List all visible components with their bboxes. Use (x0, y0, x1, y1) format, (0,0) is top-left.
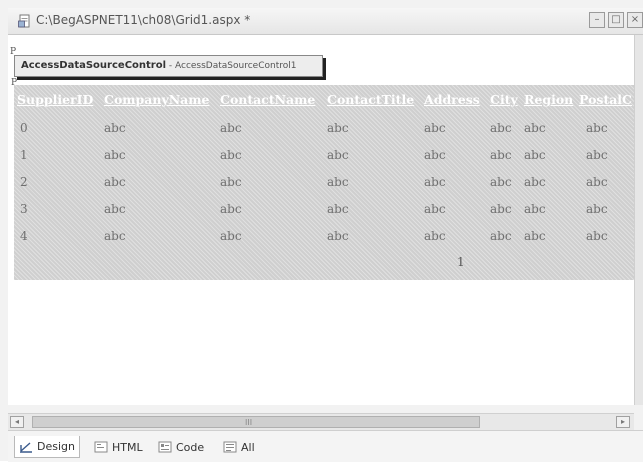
column-header-contactname[interactable]: ContactName (220, 92, 315, 107)
horizontal-scrollbar[interactable]: ◂ III ▸ (8, 413, 634, 430)
grid-cell: abc (220, 175, 242, 189)
grid-cell: abc (327, 202, 349, 216)
tab-label: HTML (112, 440, 143, 454)
column-header-city[interactable]: City (490, 92, 518, 107)
column-header-region[interactable]: Region (524, 92, 573, 107)
grid-cell: abc (424, 175, 446, 189)
html-icon (94, 441, 108, 453)
grid-cell: abc (104, 175, 126, 189)
grid-cell: abc (524, 121, 546, 135)
tab-label: All (241, 440, 255, 454)
scroll-right-arrow-icon[interactable]: ▸ (616, 416, 630, 428)
grid-cell: abc (220, 148, 242, 162)
grid-cell: abc (220, 121, 242, 135)
access-datasource-control[interactable]: AccessDataSourceControl - AccessDataSour… (14, 55, 323, 77)
grid-cell: abc (586, 148, 608, 162)
grid-cell: abc (524, 202, 546, 216)
grid-cell: abc (524, 175, 546, 189)
close-button[interactable]: × (627, 12, 643, 28)
view-tabs: Design HTML Code All (8, 430, 643, 462)
datasource-id: - AccessDataSourceControl1 (166, 61, 297, 71)
grid-cell: abc (424, 229, 446, 243)
grid-cell: abc (490, 148, 512, 162)
grid-cell: 4 (20, 229, 28, 243)
column-header-companyname[interactable]: CompanyName (104, 92, 209, 107)
vertical-scrollbar[interactable] (634, 35, 643, 405)
tab-design[interactable]: Design (14, 436, 80, 458)
grid-cell: abc (586, 229, 608, 243)
grid-cell: abc (327, 175, 349, 189)
aspx-file-icon (18, 14, 30, 28)
all-icon (223, 441, 237, 453)
grid-cell: 3 (20, 202, 28, 216)
tab-code[interactable]: Code (154, 436, 208, 458)
tab-html[interactable]: HTML (90, 436, 147, 458)
grid-cell: abc (490, 229, 512, 243)
tab-all[interactable]: All (219, 436, 259, 458)
minimize-button[interactable]: – (589, 12, 605, 28)
tab-label: Code (176, 440, 205, 454)
grid-cell: abc (220, 229, 242, 243)
grid-cell: abc (490, 202, 512, 216)
grid-cell: abc (586, 175, 608, 189)
grid-cell: 2 (20, 175, 28, 189)
grid-cell: abc (424, 148, 446, 162)
maximize-button[interactable]: □ (608, 12, 624, 28)
grid-cell: abc (524, 229, 546, 243)
code-icon (158, 441, 172, 453)
designer-window: C:\BegASPNET11\ch08\Grid1.aspx * – □ × P… (0, 0, 643, 462)
grid-cell: abc (327, 121, 349, 135)
grid-cell: abc (327, 148, 349, 162)
grid-cell: 1 (20, 148, 28, 162)
grid-cell: abc (424, 121, 446, 135)
column-header-contacttitle[interactable]: ContactTitle (327, 92, 414, 107)
grid-cell: 0 (20, 121, 28, 135)
grid-cell: abc (424, 202, 446, 216)
column-header-supplierid[interactable]: SupplierID (17, 92, 93, 107)
gridview-control[interactable]: SupplierID CompanyName ContactName Conta… (14, 85, 634, 280)
grid-cell: abc (104, 121, 126, 135)
grid-cell: abc (490, 175, 512, 189)
column-header-address[interactable]: Address (424, 92, 480, 107)
datasource-type: AccessDataSourceControl (21, 60, 167, 71)
window-controls: – □ × (589, 12, 643, 28)
grid-cell: abc (104, 148, 126, 162)
grid-cell: abc (524, 148, 546, 162)
scroll-grip: III (245, 418, 253, 427)
grid-cell: abc (220, 202, 242, 216)
column-header-postalcode[interactable]: PostalC (579, 92, 632, 107)
grid-cell: abc (490, 121, 512, 135)
title-bar: C:\BegASPNET11\ch08\Grid1.aspx * – □ × (8, 8, 643, 35)
grid-cell: abc (104, 229, 126, 243)
scroll-left-arrow-icon[interactable]: ◂ (10, 416, 24, 428)
grid-cell: abc (327, 229, 349, 243)
scroll-thumb[interactable]: III (32, 416, 480, 428)
datasource-title: AccessDataSourceControl - AccessDataSour… (21, 60, 296, 71)
grid-cell: abc (586, 202, 608, 216)
grid-cell: abc (586, 121, 608, 135)
grid-cell: abc (104, 202, 126, 216)
pager-page-1[interactable]: 1 (457, 255, 465, 269)
design-icon (20, 441, 32, 453)
window-title: C:\BegASPNET11\ch08\Grid1.aspx * (36, 13, 251, 27)
tab-label: Design (37, 440, 75, 453)
